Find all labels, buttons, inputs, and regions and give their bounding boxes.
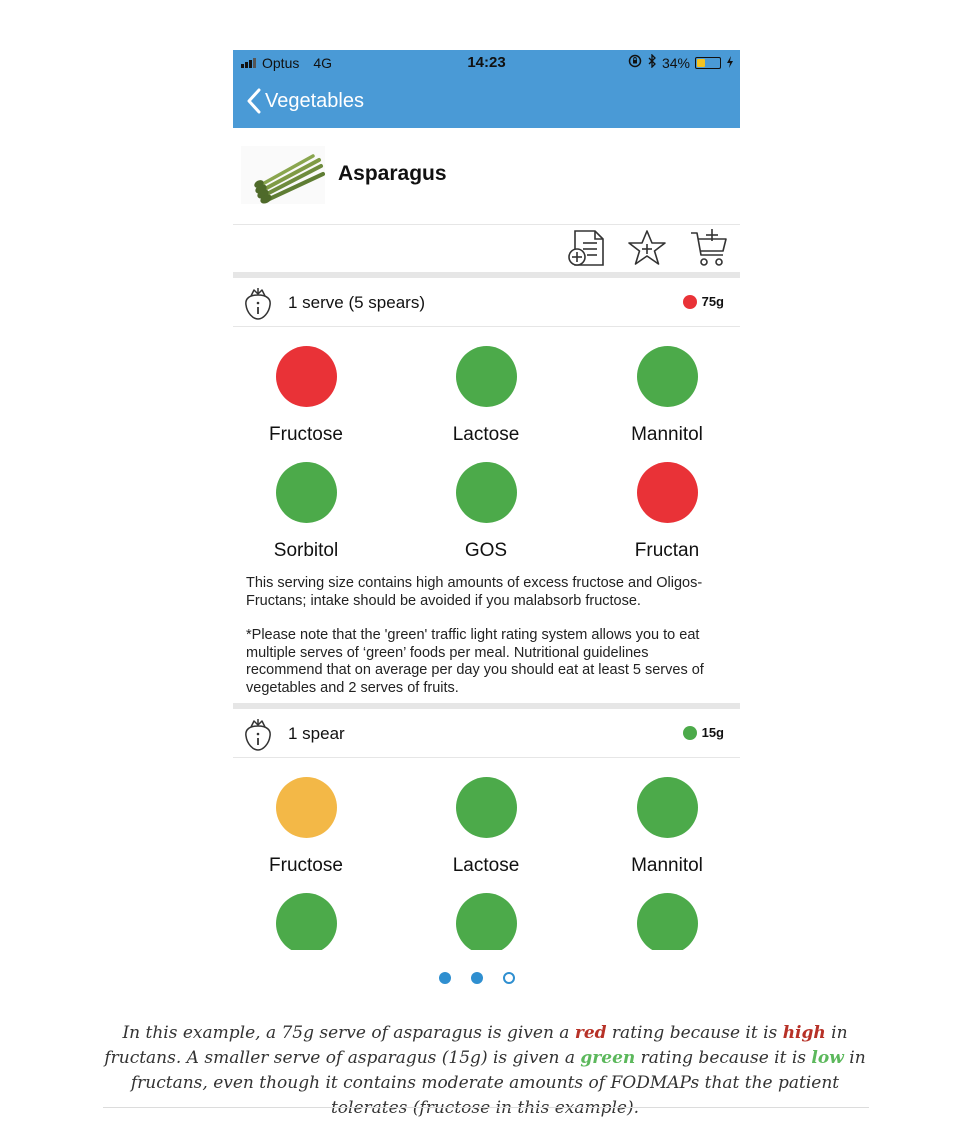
- food-title: Asparagus: [338, 162, 447, 185]
- fodmap-label: Sorbitol: [273, 540, 339, 561]
- weight-label: 75g: [701, 294, 724, 309]
- fodmap-label: Lactose: [452, 855, 520, 876]
- fodmap-mannitol: Mannitol: [587, 346, 740, 446]
- rating-circle: [275, 777, 337, 838]
- page-indicator: [0, 972, 954, 988]
- serve-header-1: 1 serve (5 spears) 75g: [233, 278, 740, 327]
- fodmap-gos: GOS: [406, 462, 566, 562]
- nav-bar: Vegetables: [233, 76, 740, 128]
- rating-circle: [275, 346, 337, 407]
- fodmap-sorbitol: [233, 893, 386, 954]
- strawberry-info-icon: [243, 716, 273, 752]
- figure-caption: In this example, a 75g serve of asparagu…: [100, 1021, 870, 1121]
- food-header: Asparagus: [233, 128, 740, 225]
- fodmap-label: Fructose: [269, 424, 343, 445]
- serve-header-2: 1 spear 15g: [233, 709, 740, 758]
- weight-label: 15g: [701, 725, 724, 740]
- fodmap-fructan: [587, 893, 740, 954]
- phone-screen: Optus 4G 14:23 34% Vegetables Asparagus …: [233, 50, 740, 955]
- bluetooth-icon: [647, 53, 657, 71]
- rating-circle: [275, 462, 337, 523]
- fodmap-sorbitol: Sorbitol: [233, 462, 386, 562]
- battery-icon: [695, 56, 721, 69]
- add-to-cart-icon[interactable]: [688, 227, 730, 269]
- fodmap-fructose: Fructose: [233, 346, 386, 446]
- caption-text: In this example, a 75g serve of asparagu…: [122, 1023, 575, 1043]
- fodmap-fructan: Fructan: [587, 462, 740, 562]
- rating-circle: [455, 346, 517, 407]
- rating-circle: [636, 893, 698, 954]
- serve-weight: 15g: [682, 725, 724, 740]
- charging-icon: [726, 55, 734, 71]
- status-right: 34%: [628, 53, 734, 71]
- fodmap-label: Mannitol: [631, 424, 703, 445]
- fodmap-label: Mannitol: [631, 855, 703, 876]
- caption-green-word: green: [580, 1048, 636, 1068]
- battery-fill: [697, 58, 706, 67]
- fodmap-mannitol: Mannitol: [587, 777, 740, 877]
- serve-description: This serving size contains high amounts …: [246, 575, 703, 609]
- caption-high-word: high: [782, 1023, 826, 1043]
- strawberry-info-icon: [243, 285, 273, 321]
- asparagus-image: [241, 146, 325, 204]
- divider: [103, 1107, 869, 1108]
- page-dot-1[interactable]: [439, 972, 451, 984]
- caption-low-word: low: [811, 1048, 844, 1068]
- rating-circle: [636, 462, 698, 523]
- serve-weight: 75g: [682, 294, 724, 309]
- fodmap-lactose: Lactose: [406, 777, 566, 877]
- fodmap-label: Fructan: [634, 540, 700, 561]
- serve-label: 1 serve (5 spears): [288, 293, 425, 312]
- rating-circle: [455, 777, 517, 838]
- back-button[interactable]: Vegetables: [247, 88, 364, 114]
- page-dot-2[interactable]: [471, 972, 483, 984]
- caption-red-word: red: [574, 1023, 607, 1043]
- rating-circle: [455, 893, 517, 954]
- battery-percent: 34%: [661, 54, 690, 71]
- rotation-lock-icon: [628, 54, 642, 71]
- back-label: Vegetables: [265, 89, 364, 112]
- caption-text: rating because it is: [635, 1048, 812, 1068]
- chevron-left-icon: [247, 88, 261, 114]
- serve-label: 1 spear: [288, 724, 345, 743]
- action-bar: [233, 225, 740, 272]
- fodmap-label: GOS: [464, 540, 508, 561]
- rating-dot: [682, 725, 697, 740]
- fodmap-label: Fructose: [269, 855, 343, 876]
- fodmap-gos: [406, 893, 566, 954]
- add-favourite-icon[interactable]: [626, 227, 668, 269]
- fodmap-label: Lactose: [452, 424, 520, 445]
- scroll-clip: [233, 950, 740, 955]
- serve-note: *Please note that the 'green' traffic li…: [246, 627, 704, 696]
- status-bar: Optus 4G 14:23 34%: [233, 50, 740, 76]
- rating-circle: [636, 346, 698, 407]
- rating-circle: [275, 893, 337, 954]
- add-to-list-icon[interactable]: [565, 227, 607, 269]
- fodmap-lactose: Lactose: [406, 346, 566, 446]
- caption-text: rating because it is: [606, 1023, 783, 1043]
- rating-circle: [636, 777, 698, 838]
- rating-circle: [455, 462, 517, 523]
- page-dot-3[interactable]: [503, 972, 515, 984]
- fodmap-fructose: Fructose: [233, 777, 386, 877]
- rating-dot: [682, 294, 697, 309]
